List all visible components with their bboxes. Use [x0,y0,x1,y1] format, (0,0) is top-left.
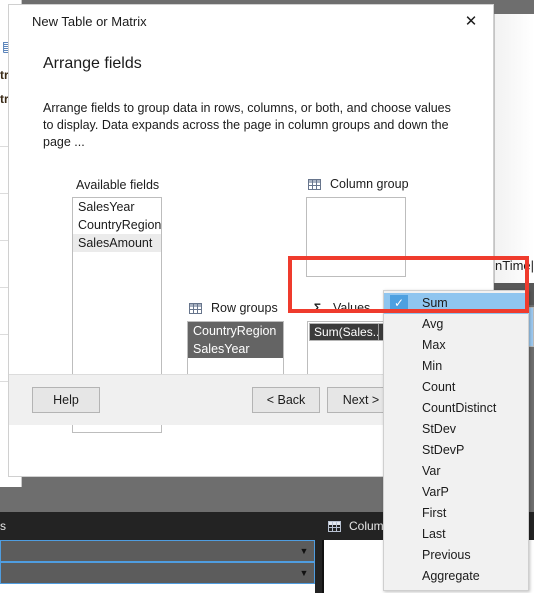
background-dark-panel-label: s [0,519,6,533]
page-description: Arrange fields to group data in rows, co… [43,101,451,149]
column-groups-label: Column group [308,177,409,191]
grid-icon [189,302,202,314]
grid-icon [308,178,321,190]
list-item[interactable]: SalesAmount [73,234,161,252]
menu-item-label: StDevP [422,443,465,457]
menu-item-label: CountDistinct [422,401,497,415]
menu-item-varp[interactable]: VarP [384,482,528,503]
row-groups-label-text: Row groups [211,301,278,315]
menu-item-label: VarP [422,485,449,499]
background-dark-column-group-text: Colum [349,519,384,533]
background-field-row[interactable]: ▼ [0,540,315,562]
dialog-title: New Table or Matrix [32,14,147,29]
column-groups-label-text: Column group [330,177,409,191]
menu-item-stdev[interactable]: StDev [384,419,528,440]
menu-item-previous[interactable]: Previous [384,545,528,566]
back-button[interactable]: < Back [252,387,320,413]
list-item[interactable]: SalesYear [73,198,161,216]
menu-item-label: Avg [422,317,444,331]
page-title: Arrange fields [43,55,142,72]
list-item[interactable]: CountryRegion [73,216,161,234]
menu-item-sum[interactable]: ✓ Sum [384,293,528,314]
values-label-text: Values [333,301,371,315]
menu-item-count[interactable]: Count [384,377,528,398]
check-icon: ✓ [390,295,408,312]
menu-item-avg[interactable]: Avg [384,314,528,335]
help-button[interactable]: Help [32,387,100,413]
menu-item-countdistinct[interactable]: CountDistinct [384,398,528,419]
menu-item-label: Sum [422,296,448,310]
chevron-down-icon[interactable]: ▼ [294,546,314,556]
screen-root: ▤ tr tr nTime| s Colum ▼ ▼ New Table or … [0,0,534,593]
row-groups-label: Row groups [189,301,278,315]
menu-item-label: Last [422,527,446,541]
menu-item-last[interactable]: Last [384,524,528,545]
values-label: Σ Values [311,301,370,315]
menu-item-label: First [422,506,447,520]
background-dark-column-group-label: Colum [328,512,384,540]
aggregate-dropdown-menu[interactable]: ✓ Sum Avg Max Min Count CountDistinct St… [383,290,529,591]
menu-item-stdevp[interactable]: StDevP [384,440,528,461]
menu-item-label: Aggregate [422,569,480,583]
close-icon[interactable]: ✕ [449,5,493,37]
background-right-panel [494,14,534,284]
menu-item-var[interactable]: Var [384,461,528,482]
menu-item-label: Var [422,464,441,478]
column-groups-listbox[interactable] [306,197,406,277]
menu-item-label: Min [422,359,443,373]
grid-icon [328,520,341,532]
sigma-icon: Σ [313,301,322,315]
background-right-text-fragment: nTime| [495,258,534,273]
available-fields-label: Available fields [76,178,160,192]
menu-item-min[interactable]: Min [384,356,528,377]
menu-item-max[interactable]: Max [384,335,528,356]
values-field-item-label: Sum(Sales... [314,325,378,339]
list-item[interactable]: SalesYear [188,340,283,358]
list-item[interactable]: CountryRegion [188,322,283,340]
menu-item-label: Max [422,338,446,352]
menu-item-label: Previous [422,548,471,562]
menu-item-label: StDev [422,422,457,436]
menu-item-label: Count [422,380,456,394]
background-white-strip [0,584,315,593]
dialog-titlebar: New Table or Matrix ✕ [9,5,493,39]
menu-item-first[interactable]: First [384,503,528,524]
background-field-row[interactable]: ▼ [0,562,315,584]
chevron-down-icon[interactable]: ▼ [294,568,314,578]
menu-item-aggregate[interactable]: Aggregate [384,566,528,587]
